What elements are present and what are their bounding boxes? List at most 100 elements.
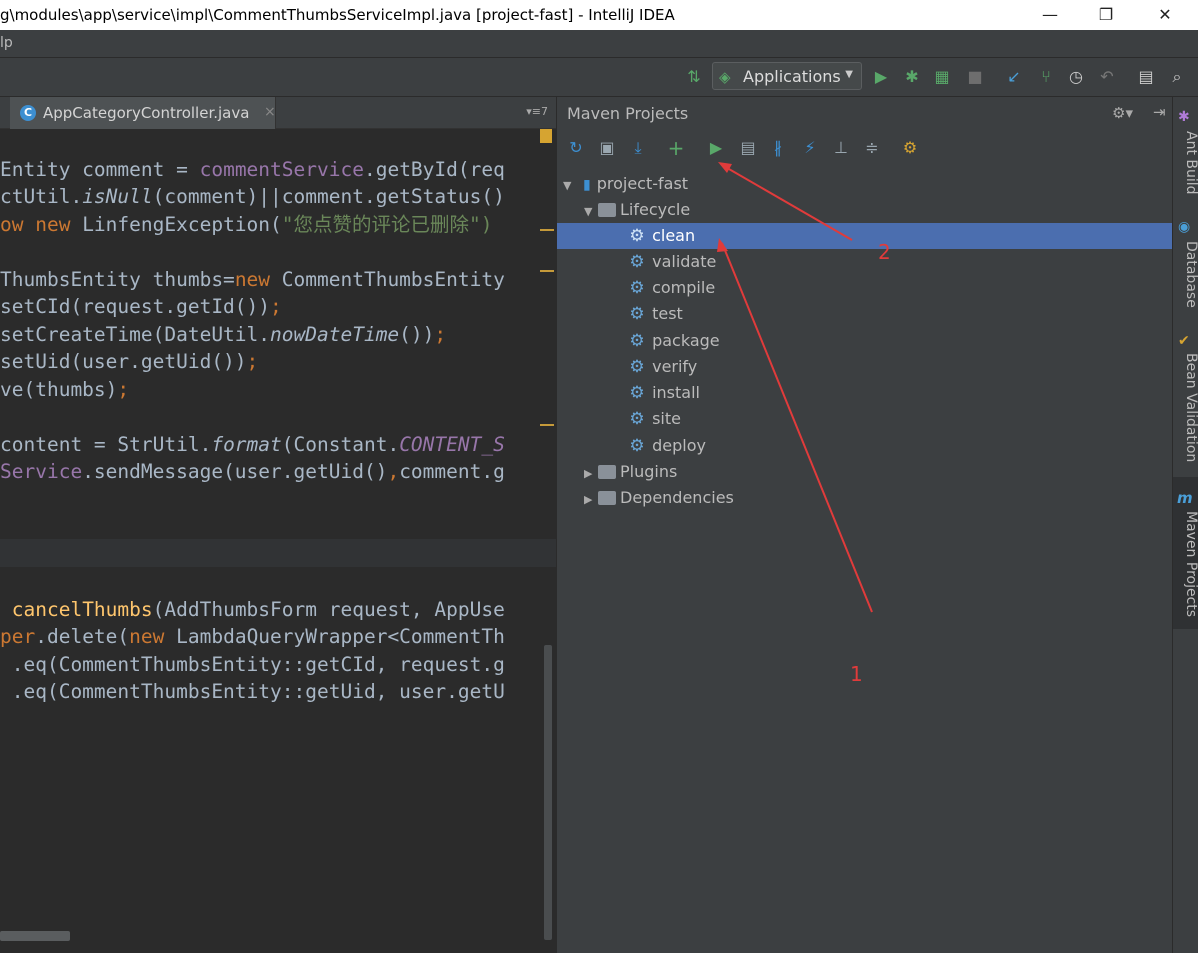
expanded-icon[interactable]: ▼: [563, 173, 577, 199]
tree-node-lifecycle[interactable]: ▼ Lifecycle: [584, 197, 690, 223]
code-line[interactable]: setUid(user.getUid());: [0, 348, 556, 375]
side-tab-database[interactable]: Database: [1173, 241, 1198, 308]
code-line[interactable]: per.delete(new LambdaQueryWrapper<Commen…: [0, 623, 556, 650]
run-goal-icon[interactable]: ▶: [705, 137, 727, 159]
error-stripe-mark[interactable]: [540, 424, 554, 426]
lifecycle-goal-site[interactable]: ⚙ site: [627, 406, 681, 432]
warning-marker[interactable]: [540, 129, 552, 143]
build-icon[interactable]: ⇅: [683, 66, 705, 88]
tab-app-category-controller[interactable]: C AppCategoryController.java ×: [10, 97, 276, 129]
lifecycle-goal-test[interactable]: ⚙ test: [627, 301, 682, 327]
search-icon[interactable]: ⌕: [1166, 66, 1188, 88]
maven-toolbar: ↻ ▣ ⤓ + ▶ ▤ ∦ ⚡ ⊥ ≑ ⚙: [557, 129, 1172, 167]
tree-node-project[interactable]: ▼ ▮ project-fast: [563, 171, 688, 197]
annotation-label-2: 2: [878, 240, 891, 264]
right-tool-window-bar: ✱ Ant Build ◉ Database ✔ Bean Validation…: [1172, 97, 1198, 953]
maven-projects-panel: Maven Projects ⚙▾ ⇥ ↻ ▣ ⤓ + ▶ ▤ ∦ ⚡ ⊥ ≑ …: [556, 97, 1172, 953]
method-separator: [0, 539, 556, 567]
lifecycle-goal-validate[interactable]: ⚙ validate: [627, 249, 716, 275]
download-icon[interactable]: ⤓: [627, 137, 649, 159]
menu-bar: lp: [0, 30, 1198, 57]
hide-panel-icon[interactable]: ⇥: [1153, 103, 1166, 121]
stop-icon[interactable]: ■: [964, 66, 986, 88]
dependencies-icon[interactable]: ⊥: [830, 137, 852, 159]
gear-icon[interactable]: ⚙▾: [1112, 104, 1133, 122]
gear-icon: ⚙: [629, 304, 645, 324]
execute-icon[interactable]: ▤: [737, 137, 759, 159]
tab-label: AppCategoryController.java: [43, 104, 250, 122]
code-line[interactable]: ctUtil.isNull(comment)||comment.getStatu…: [0, 183, 556, 210]
run-configuration-label: Applications: [743, 67, 841, 86]
lifecycle-goal-package[interactable]: ⚙ package: [627, 328, 719, 354]
gear-icon: ⚙: [629, 436, 645, 456]
code-line[interactable]: content = StrUtil.format(Constant.CONTEN…: [0, 431, 556, 458]
code-line[interactable]: .eq(CommentThumbsEntity::getUid, user.ge…: [0, 678, 556, 705]
lifecycle-goal-compile[interactable]: ⚙ compile: [627, 275, 715, 301]
gear-icon: ⚙: [629, 357, 645, 377]
close-tab-icon[interactable]: ×: [264, 104, 276, 120]
maven-module-icon: ▮: [583, 177, 591, 193]
refresh-icon[interactable]: ↻: [565, 137, 587, 159]
tree-node-plugins[interactable]: ▶ Plugins: [584, 459, 677, 485]
side-tab-maven-projects[interactable]: Maven Projects: [1173, 511, 1198, 617]
error-stripe-mark[interactable]: [540, 229, 554, 231]
collapsed-icon[interactable]: ▶: [584, 461, 598, 487]
annotation-label-1: 1: [850, 662, 863, 686]
panel-title: Maven Projects: [567, 104, 689, 123]
code-editor[interactable]: C AppCategoryController.java × ▾≡7 Entit…: [0, 97, 556, 953]
lifecycle-goal-install[interactable]: ⚙ install: [627, 380, 700, 406]
database-icon: ◉: [1178, 219, 1191, 235]
collapsed-icon[interactable]: ▶: [584, 487, 598, 513]
vcs-commit-icon[interactable]: ⑂: [1035, 66, 1057, 88]
debug-icon[interactable]: ✱: [901, 66, 923, 88]
close-button[interactable]: ✕: [1142, 0, 1188, 30]
expanded-icon[interactable]: ▼: [584, 199, 598, 225]
editor-tab-bar: C AppCategoryController.java × ▾≡7: [0, 97, 556, 129]
run-configuration-select[interactable]: ◈ Applications ▼: [712, 62, 862, 90]
ant-icon: ✱: [1178, 109, 1190, 125]
vertical-scrollbar[interactable]: [544, 645, 552, 940]
lifecycle-goal-verify[interactable]: ⚙ verify: [627, 354, 697, 380]
maximize-button[interactable]: ❐: [1083, 0, 1129, 30]
minimize-button[interactable]: —: [1027, 0, 1073, 30]
folder-icon: [598, 465, 616, 479]
revert-icon[interactable]: ↶: [1096, 66, 1118, 88]
skip-tests-icon[interactable]: ⚡: [799, 137, 821, 159]
lifecycle-goal-clean[interactable]: ⚙ clean: [557, 223, 1172, 249]
java-class-icon: C: [20, 105, 36, 121]
code-line[interactable]: Entity comment = commentService.getById(…: [0, 156, 556, 183]
code-line[interactable]: ow new LinfengException("您点赞的评论已删除"): [0, 211, 556, 238]
collapse-all-icon[interactable]: ≑: [861, 137, 883, 159]
code-line[interactable]: cancelThumbs(AddThumbsForm request, AppU…: [0, 596, 556, 623]
run-icon[interactable]: ▶: [870, 66, 892, 88]
toggle-offline-icon[interactable]: ∦: [767, 137, 789, 159]
main-toolbar: ⇅ ◈ Applications ▼ ▶ ✱ ▦ ■ ↙ ⑂ ◷ ↶ ▤ ⌕: [0, 57, 1198, 97]
side-tab-ant-build[interactable]: Ant Build: [1173, 131, 1198, 195]
settings-icon[interactable]: ⚙: [899, 137, 921, 159]
gear-icon: ⚙: [629, 278, 645, 298]
add-icon[interactable]: +: [665, 137, 687, 159]
generate-sources-icon[interactable]: ▣: [596, 137, 618, 159]
lifecycle-goal-deploy[interactable]: ⚙ deploy: [627, 433, 706, 459]
window-titlebar: g\modules\app\service\impl\CommentThumbs…: [0, 0, 1198, 30]
side-tab-bean-validation[interactable]: Bean Validation: [1173, 353, 1198, 462]
code-line[interactable]: setCId(request.getId());: [0, 293, 556, 320]
code-line[interactable]: Service.sendMessage(user.getUid(),commen…: [0, 458, 556, 485]
code-line[interactable]: setCreateTime(DateUtil.nowDateTime());: [0, 321, 556, 348]
gear-icon: ⚙: [629, 226, 645, 246]
tab-list-menu[interactable]: ▾≡7: [526, 105, 548, 118]
folder-icon: [598, 203, 616, 217]
application-icon: ◈: [719, 68, 731, 86]
gear-icon: ⚙: [629, 252, 645, 272]
window-title: g\modules\app\service\impl\CommentThumbs…: [0, 6, 675, 24]
code-line[interactable]: .eq(CommentThumbsEntity::getCId, request…: [0, 651, 556, 678]
vcs-update-icon[interactable]: ↙: [1003, 66, 1025, 88]
coverage-icon[interactable]: ▦: [931, 66, 953, 88]
menu-item-help[interactable]: lp: [0, 35, 13, 51]
tree-node-dependencies[interactable]: ▶ Dependencies: [584, 485, 734, 511]
history-icon[interactable]: ◷: [1065, 66, 1087, 88]
project-structure-icon[interactable]: ▤: [1135, 66, 1157, 88]
code-line[interactable]: ThumbsEntity thumbs=new CommentThumbsEnt…: [0, 266, 556, 293]
code-line[interactable]: ve(thumbs);: [0, 376, 556, 403]
horizontal-scrollbar[interactable]: [0, 931, 70, 941]
